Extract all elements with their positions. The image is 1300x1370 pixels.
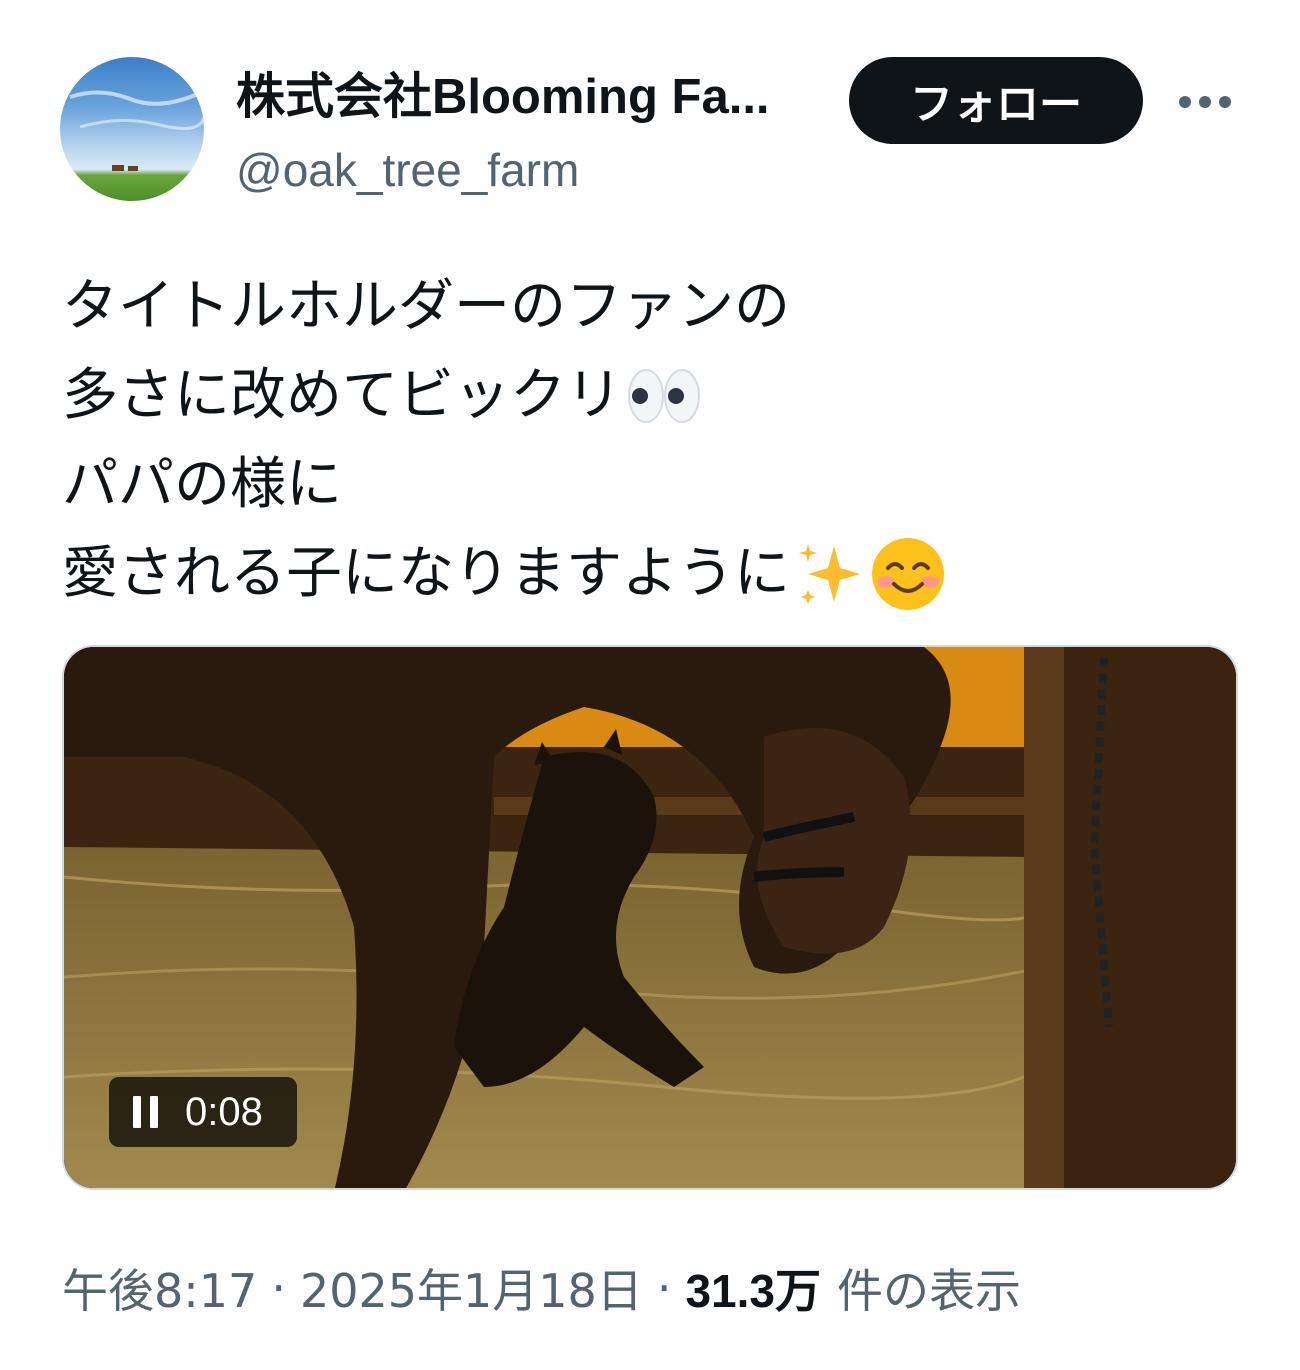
tweet-text: タイトルホルダーのファンの 多さに改めてビックリ パパの様に 愛される子になりま…	[62, 262, 1242, 618]
meta-separator: ·	[271, 1261, 286, 1315]
video-player[interactable]: 0:08	[62, 645, 1238, 1190]
more-button[interactable]	[1172, 80, 1238, 124]
avatar[interactable]	[60, 57, 204, 201]
tweet-line: タイトルホルダーのファンの	[62, 262, 1242, 351]
smiling-face-emoji	[872, 537, 944, 610]
more-horizontal-icon	[1179, 96, 1231, 108]
eyes-emoji	[628, 368, 700, 423]
tweet-line-text: 多さに改めてビックリ	[62, 363, 622, 428]
tweet-time[interactable]: 午後8:17	[62, 1255, 257, 1321]
views-label: 件の表示	[836, 1264, 1021, 1318]
tweet-line-text: タイトルホルダーのファンの	[62, 274, 790, 339]
tweet-meta: 午後8:17 · 2025年1月18日 · 31.3万 件の表示	[62, 1255, 1021, 1321]
tweet-line: パパの様に	[62, 440, 1242, 529]
video-controls: 0:08	[109, 1077, 297, 1147]
views-count[interactable]: 31.3万	[685, 1255, 821, 1321]
author-handle[interactable]: @oak_tree_farm	[236, 140, 579, 200]
author-display-name[interactable]: 株式会社Blooming Fa...	[236, 62, 831, 132]
meta-separator: ·	[656, 1261, 672, 1315]
follow-button[interactable]: フォロー	[849, 57, 1143, 144]
video-elapsed-time: 0:08	[185, 1089, 263, 1134]
tweet-line-text: 愛される子になりますように	[62, 541, 790, 606]
tweet-line-text: パパの様に	[62, 452, 342, 517]
tweet-date[interactable]: 2025年1月18日	[300, 1255, 643, 1321]
tweet-line: 多さに改めてビックリ	[62, 351, 1242, 440]
tweet-line: 愛される子になりますように	[62, 529, 1242, 618]
sparkles-emoji	[799, 543, 860, 604]
farm-landscape-avatar	[69, 90, 204, 171]
pause-icon[interactable]	[127, 1094, 163, 1130]
